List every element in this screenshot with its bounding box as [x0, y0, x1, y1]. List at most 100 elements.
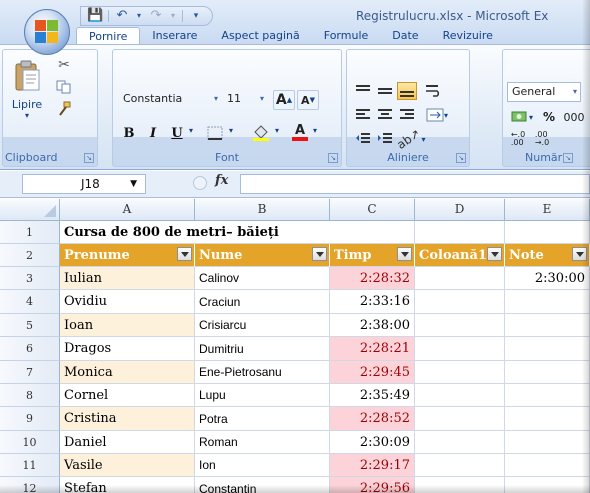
cell-c1[interactable]	[330, 221, 415, 244]
save-icon[interactable]: 💾	[87, 9, 103, 23]
tab-pornire[interactable]: Pornire	[76, 27, 141, 45]
cell-e1[interactable]	[505, 221, 590, 244]
column-header-b[interactable]: B	[195, 199, 330, 221]
align-center-button[interactable]	[375, 106, 395, 124]
cell-coloana1[interactable]	[415, 454, 505, 477]
undo-dropdown-icon[interactable]: ▾	[135, 9, 143, 23]
number-launcher-icon[interactable]: ↘	[563, 153, 573, 163]
format-painter-button[interactable]	[53, 100, 75, 118]
paste-button[interactable]: Lipire ▾	[7, 56, 47, 124]
column-header-d[interactable]: D	[415, 199, 505, 221]
tab-inserare[interactable]: Inserare	[140, 27, 209, 45]
decrease-decimal-button[interactable]: .00 →.0	[531, 130, 553, 148]
filter-dropdown-icon[interactable]	[177, 247, 192, 261]
tab-formule[interactable]: Formule	[312, 27, 381, 45]
filter-dropdown-icon[interactable]	[397, 247, 412, 261]
borders-dropdown-icon[interactable]: ▾	[229, 126, 233, 135]
cell-nume[interactable]: Potra	[195, 407, 330, 431]
underline-dropdown-icon[interactable]: ▾	[189, 126, 193, 135]
currency-button[interactable]: ▾	[507, 108, 537, 126]
italic-button[interactable]: I	[143, 124, 163, 142]
cell-timp[interactable]: 2:33:16	[330, 290, 415, 314]
cell-d1[interactable]	[415, 221, 505, 244]
column-header-a[interactable]: A	[60, 199, 195, 221]
cell-nume[interactable]: Lupu	[195, 384, 330, 407]
cell-note[interactable]	[505, 314, 590, 337]
cell-note[interactable]: 2:30:00	[505, 267, 590, 290]
cell-timp[interactable]: 2:28:52	[330, 407, 415, 431]
cell-nume[interactable]: Ene-Pietrosanu	[195, 361, 330, 384]
tab-revizuire[interactable]: Revizuire	[431, 27, 505, 45]
row-header-10[interactable]: 10	[0, 431, 60, 454]
align-right-button[interactable]	[397, 106, 417, 124]
cell-nume[interactable]: Crisiarcu	[195, 314, 330, 337]
cell-prenume[interactable]: Daniel	[60, 431, 195, 454]
name-box-dropdown-icon[interactable]: ▼	[130, 175, 137, 193]
cell-coloana1[interactable]	[415, 407, 505, 431]
customize-icon[interactable]: ▾	[188, 9, 204, 23]
cell-prenume[interactable]: Ioan	[60, 314, 195, 337]
worksheet-grid[interactable]: ABCDE123456789101112Cursa de 800 de metr…	[0, 199, 590, 493]
row-header-8[interactable]: 8	[0, 384, 60, 407]
row-header-4[interactable]: 4	[0, 290, 60, 314]
cell-prenume[interactable]: Ovidiu	[60, 290, 195, 314]
align-left-button[interactable]	[353, 106, 373, 124]
bold-button[interactable]: B	[119, 124, 139, 142]
align-bottom-button[interactable]	[397, 82, 417, 100]
align-middle-button[interactable]	[375, 82, 395, 100]
row-header-5[interactable]: 5	[0, 314, 60, 337]
column-header-c[interactable]: C	[330, 199, 415, 221]
cell-coloana1[interactable]	[415, 384, 505, 407]
redo-icon[interactable]: ↷	[148, 9, 164, 23]
insert-function-icon[interactable]: fx	[215, 173, 228, 188]
cell-prenume[interactable]: Monica	[60, 361, 195, 384]
font-color-dropdown-icon[interactable]: ▾	[313, 126, 317, 135]
cell-note[interactable]	[505, 290, 590, 314]
formula-bar-handle-icon[interactable]	[193, 176, 207, 190]
cell-coloana1[interactable]	[415, 361, 505, 384]
cell-timp[interactable]: 2:29:17	[330, 454, 415, 477]
cell-prenume[interactable]: Dragos	[60, 337, 195, 361]
cell-timp[interactable]: 2:38:00	[330, 314, 415, 337]
fill-color-dropdown-icon[interactable]: ▾	[275, 126, 279, 135]
filter-dropdown-icon[interactable]	[487, 247, 502, 261]
row-header-2[interactable]: 2	[0, 244, 60, 267]
cell-note[interactable]	[505, 454, 590, 477]
percent-button[interactable]: %	[541, 108, 557, 126]
cell-coloana1[interactable]	[415, 431, 505, 454]
cell-nume[interactable]: Roman	[195, 431, 330, 454]
cell-timp[interactable]: 2:28:21	[330, 337, 415, 361]
cell-coloana1[interactable]	[415, 267, 505, 290]
cell-prenume[interactable]: Vasile	[60, 454, 195, 477]
row-header-3[interactable]: 3	[0, 267, 60, 290]
office-button[interactable]	[24, 9, 70, 55]
cell-nume[interactable]: Ion	[195, 454, 330, 477]
cut-button[interactable]: ✂	[53, 56, 75, 74]
increase-decimal-button[interactable]: ←.0.00	[507, 130, 529, 148]
cell-timp[interactable]: 2:35:49	[330, 384, 415, 407]
redo-dropdown-icon[interactable]: ▾	[169, 9, 177, 23]
cell-prenume[interactable]: Cristina	[60, 407, 195, 431]
orientation-button[interactable]: ab↗ ▾	[395, 126, 426, 152]
cell-nume[interactable]: Dumitriu	[195, 337, 330, 361]
cell-note[interactable]	[505, 361, 590, 384]
cell-coloana1[interactable]	[415, 290, 505, 314]
row-header-7[interactable]: 7	[0, 361, 60, 384]
row-header-11[interactable]: 11	[0, 454, 60, 477]
cell-coloana1[interactable]	[415, 314, 505, 337]
cell-timp[interactable]: 2:29:45	[330, 361, 415, 384]
undo-icon[interactable]: ↶	[114, 9, 130, 23]
tab-date[interactable]: Date	[380, 27, 430, 45]
cell-prenume[interactable]: Cornel	[60, 384, 195, 407]
formula-input[interactable]	[240, 174, 590, 194]
alignment-launcher-icon[interactable]: ↘	[456, 153, 466, 163]
cell-nume[interactable]: Calinov	[195, 267, 330, 290]
cell-note[interactable]	[505, 407, 590, 431]
font-size-select[interactable]: 11 ▾	[223, 90, 267, 110]
font-launcher-icon[interactable]: ↘	[328, 153, 338, 163]
merge-center-button[interactable]: ▾	[423, 106, 451, 124]
number-format-select[interactable]: General ▾	[507, 82, 581, 102]
cell-coloana1[interactable]	[415, 337, 505, 361]
borders-button[interactable]	[203, 124, 227, 142]
filter-dropdown-icon[interactable]	[312, 247, 327, 261]
